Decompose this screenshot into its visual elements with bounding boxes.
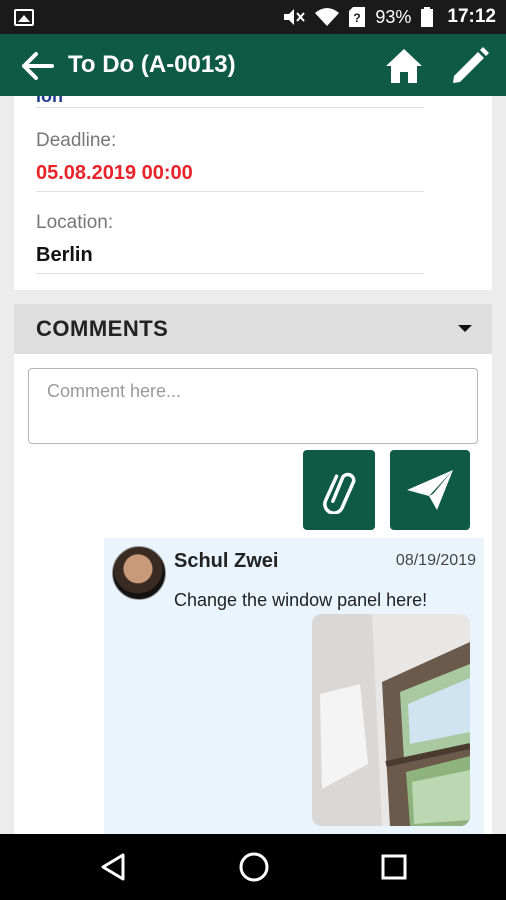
clock: 17:12 (447, 6, 496, 27)
details-card: ion Deadline: 05.08.2019 00:00 Location:… (14, 96, 492, 290)
comment-text: Change the window panel here! (174, 590, 428, 610)
location-field: Location: Berlin (36, 212, 424, 274)
battery-icon (421, 7, 434, 27)
nav-back-icon[interactable] (100, 853, 126, 881)
location-label: Location: (36, 212, 114, 233)
mute-icon (284, 9, 306, 25)
send-button[interactable] (390, 450, 470, 530)
comment-input[interactable]: Comment here... (28, 368, 478, 444)
send-paper-plane-icon (407, 470, 453, 510)
paperclip-icon (323, 472, 356, 514)
deadline-value: 05.08.2019 00:00 (36, 162, 193, 184)
comment-input-placeholder: Comment here... (47, 381, 182, 401)
system-nav-bar (0, 834, 506, 900)
edit-pencil-icon[interactable] (448, 44, 492, 88)
comment-author: Schul Zwei (174, 550, 279, 572)
back-arrow-icon[interactable] (20, 48, 56, 84)
location-value: Berlin (36, 244, 93, 266)
sim-icon: ? (349, 7, 366, 27)
page-title: To Do (A-0013) (68, 51, 236, 78)
home-icon[interactable] (384, 46, 424, 86)
app-bar: To Do (A-0013) (0, 34, 506, 96)
nav-home-icon[interactable] (238, 851, 270, 883)
battery-percent: 93% (375, 6, 412, 27)
comment-date: 08/19/2019 (395, 552, 476, 569)
comment-item: Schul Zwei 08/19/2019 Change the window … (104, 538, 484, 834)
clipped-field: ion (36, 96, 424, 108)
attach-button[interactable] (303, 450, 375, 530)
comment-attachment-photo[interactable] (312, 614, 470, 826)
gallery-notification-icon (14, 9, 34, 26)
avatar[interactable] (112, 546, 166, 600)
deadline-field: Deadline: 05.08.2019 00:00 (36, 130, 424, 192)
svg-text:?: ? (354, 11, 361, 25)
deadline-label: Deadline: (36, 130, 117, 151)
comments-header-label: COMMENTS (36, 316, 169, 341)
status-bar: ? 93% 17:12 (0, 0, 506, 34)
comments-section-header[interactable]: COMMENTS (14, 304, 492, 354)
nav-recent-apps-icon[interactable] (380, 853, 408, 881)
collapse-caret-icon[interactable] (458, 325, 472, 332)
wifi-icon (315, 8, 340, 26)
clipped-field-value: ion (36, 96, 63, 106)
